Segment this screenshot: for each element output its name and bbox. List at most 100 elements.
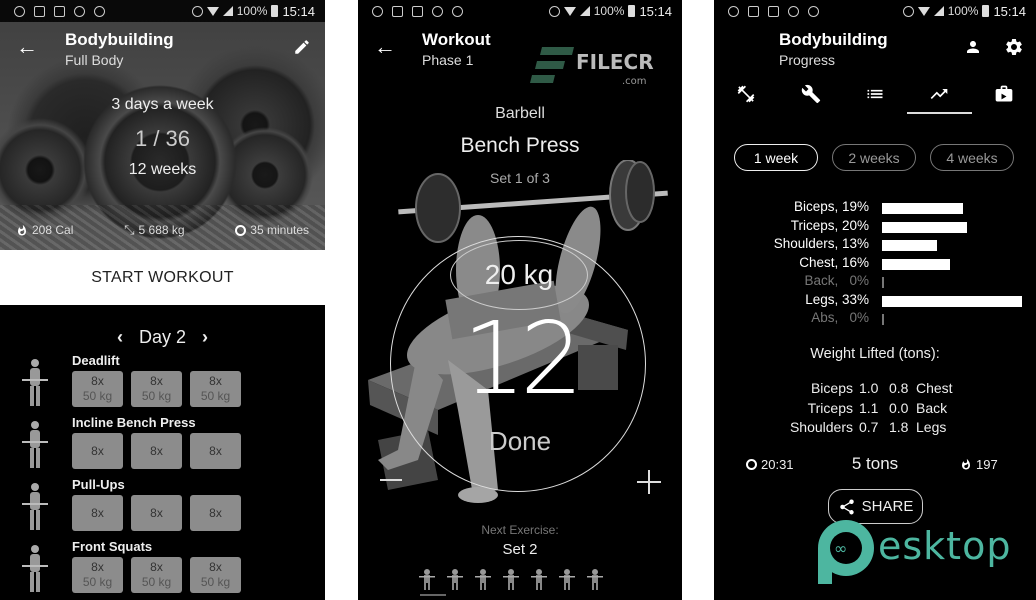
session-totals: 20:31 5 tons 197 — [714, 454, 1036, 476]
workout-session-screen: 100% 15:14 ← Workout Phase 1 FILECR .com… — [358, 0, 682, 600]
sync-icon — [74, 5, 85, 17]
svg-text:∞: ∞ — [834, 539, 847, 558]
set-button[interactable]: 8x 50 kg — [72, 371, 123, 407]
muscle-bar-row: Chest, 16% — [714, 255, 1036, 274]
tab-list[interactable] — [843, 80, 907, 116]
usb-icon — [14, 5, 25, 17]
next-day-chevron-icon[interactable]: › — [202, 327, 208, 348]
muscle-bar — [882, 277, 884, 288]
set-reps: 8x — [209, 443, 222, 458]
weight-row: Shoulders 0.7 1.8 Legs — [714, 419, 1036, 439]
battery-icon — [982, 5, 990, 17]
workout-title: Workout — [422, 30, 491, 49]
usb-icon — [728, 5, 739, 17]
exercise-thumbnail-icon[interactable] — [418, 568, 436, 590]
tab-store[interactable] — [972, 80, 1036, 116]
status-bar: 100% 15:14 — [358, 0, 682, 22]
set-button[interactable]: 8x 50 kg — [190, 557, 241, 593]
reps-count[interactable]: 12 — [358, 300, 682, 417]
back-arrow-icon[interactable]: ← — [16, 36, 38, 58]
exercise-figure-icon — [22, 359, 48, 406]
set-button[interactable]: 8x 50 kg — [131, 557, 182, 593]
muscle-bar — [882, 295, 1022, 307]
exercise-thumbnail-icon[interactable] — [446, 568, 464, 590]
exercise-row[interactable]: Deadlift 8x 50 kg 8x 50 kg 8x 50 kg — [0, 353, 325, 413]
desktop-watermark: ∞ esktop — [814, 518, 1024, 584]
usb-icon — [372, 5, 383, 17]
exercise-thumbnail-icon[interactable] — [474, 568, 492, 590]
set-button[interactable]: 8x — [190, 433, 241, 469]
exercise-name: Pull-Ups — [72, 477, 125, 492]
exercise-name: Deadlift — [72, 353, 120, 368]
set-reps: 8x — [150, 374, 163, 388]
signal-icon — [222, 6, 233, 16]
set-button[interactable]: 8x — [72, 495, 123, 531]
set-button[interactable]: 8x — [72, 433, 123, 469]
muscle-name: Biceps — [810, 380, 853, 396]
exercise-row[interactable]: Front Squats 8x 50 kg 8x 50 kg 8x 50 kg — [0, 539, 325, 599]
profile-icon[interactable] — [964, 38, 982, 56]
total-calories: 197 — [960, 457, 998, 472]
exercise-thumbnail-icon[interactable] — [502, 568, 520, 590]
set-weight: 50 kg — [141, 389, 172, 403]
flame-icon — [18, 224, 26, 235]
battery-percent: 100% — [236, 4, 268, 18]
day-label: Day 2 — [138, 327, 187, 347]
filecr-watermark: FILECR .com — [530, 47, 670, 92]
set-button[interactable]: 8x — [190, 495, 241, 531]
day-navigator: ‹ Day 2 › — [0, 327, 325, 348]
range-option[interactable]: 4 weeks — [930, 144, 1014, 171]
weight-row: Triceps 1.1 0.0 Back — [714, 400, 1036, 420]
battery-percent: 100% — [947, 4, 979, 18]
next-exercise-label: Next Exercise: — [481, 523, 559, 537]
android-icon — [808, 5, 819, 17]
workout-phase: Phase 1 — [422, 52, 474, 68]
tab-progress[interactable] — [907, 80, 973, 116]
gallery-icon — [54, 5, 65, 17]
exercise-row[interactable]: Pull-Ups 8x 8x 8x — [0, 477, 325, 537]
set-button[interactable]: 8x 50 kg — [190, 371, 241, 407]
sync-icon — [788, 5, 799, 17]
exercise-row[interactable]: Incline Bench Press 8x 8x 8x — [0, 415, 325, 475]
strip-active-indicator — [420, 594, 446, 596]
notification-icon — [392, 5, 403, 17]
set-button[interactable]: 8x — [131, 433, 182, 469]
android-icon — [94, 5, 105, 17]
battery-percent: 100% — [593, 4, 625, 18]
tab-exercises[interactable] — [714, 80, 778, 116]
range-option[interactable]: 1 week — [734, 144, 818, 171]
done-button[interactable]: Done — [358, 426, 682, 457]
exercise-sets: 8x 8x 8x — [72, 495, 241, 531]
wifi-icon — [917, 6, 930, 16]
workout-progress: 1 / 36 — [134, 126, 191, 151]
battery-icon — [628, 5, 636, 17]
clock: 15:14 — [639, 3, 672, 19]
set-button[interactable]: 8x 50 kg — [72, 557, 123, 593]
set-weight: 50 kg — [82, 389, 113, 403]
exercise-thumbnail-icon[interactable] — [586, 568, 604, 590]
progress-screen: 100% 15:14 Bodybuilding Progress 1 week 2… — [714, 0, 1036, 600]
previous-day-chevron-icon[interactable]: ‹ — [117, 327, 123, 348]
muscle-bar-row: Legs, 33% — [714, 292, 1036, 311]
share-icon — [839, 498, 854, 514]
back-arrow-icon[interactable]: ← — [374, 36, 396, 58]
tab-tools[interactable] — [778, 80, 842, 116]
set-reps: 8x — [91, 443, 104, 458]
program-subtitle: Full Body — [65, 52, 124, 68]
muscle-bar — [882, 258, 950, 270]
exercise-thumbnail-icon[interactable] — [558, 568, 576, 590]
exercise-thumbnail-icon[interactable] — [530, 568, 548, 590]
edit-pencil-icon[interactable] — [293, 38, 311, 56]
app-title: Bodybuilding — [779, 30, 888, 49]
range-option[interactable]: 2 weeks — [832, 144, 916, 171]
decrease-reps-button[interactable] — [380, 479, 402, 481]
muscle-name: Legs — [916, 419, 947, 435]
increase-reps-button[interactable] — [637, 470, 661, 494]
settings-gear-icon[interactable] — [1004, 37, 1024, 57]
muscle-tons: 1.1 — [859, 399, 879, 416]
set-button[interactable]: 8x 50 kg — [131, 371, 182, 407]
start-workout-button[interactable]: START WORKOUT — [0, 250, 325, 305]
exercise-figure-icon — [22, 545, 48, 592]
weight-lifted-title: Weight Lifted (tons): — [810, 346, 940, 362]
set-button[interactable]: 8x — [131, 495, 182, 531]
